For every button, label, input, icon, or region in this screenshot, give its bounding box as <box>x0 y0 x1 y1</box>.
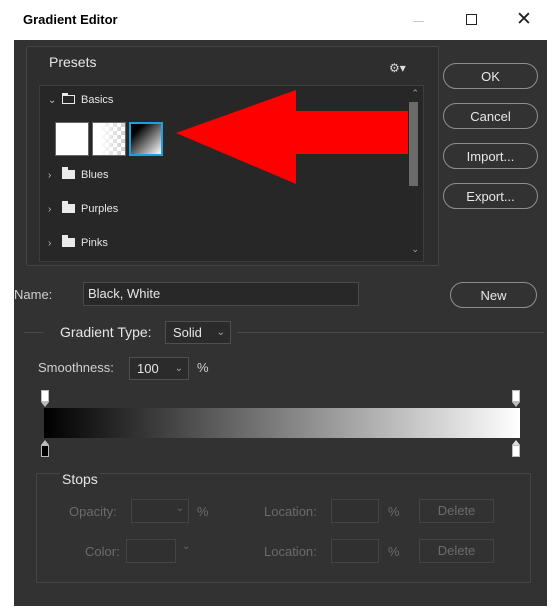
gradient-type-select[interactable]: Solid ⌄ <box>165 321 231 344</box>
smoothness-unit: % <box>197 360 209 375</box>
gradient-type-label: Gradient Type: <box>60 324 152 340</box>
folder-icon <box>62 93 75 104</box>
smoothness-value: 100 <box>137 361 159 376</box>
title-bar: Gradient Editor ✕ <box>0 0 553 40</box>
stop-pointer <box>512 402 520 407</box>
stop-pointer <box>41 402 49 407</box>
color-location-field[interactable] <box>331 539 379 563</box>
opacity-field[interactable]: ⌄ <box>131 499 189 523</box>
folder-pinks[interactable]: › Pinks <box>48 235 108 255</box>
name-input[interactable]: Black, White <box>83 282 359 306</box>
folder-purples[interactable]: › Purples <box>48 201 119 221</box>
color-stop-left[interactable] <box>41 445 49 457</box>
folder-blues[interactable]: › Blues <box>48 167 109 187</box>
scrollbar-thumb[interactable] <box>409 102 418 186</box>
chevron-right-icon: › <box>48 204 52 215</box>
chevron-down-icon: ⌄ <box>216 327 225 338</box>
swatch-foreground-to-transparent[interactable] <box>92 122 126 156</box>
chevron-right-icon: › <box>48 238 52 249</box>
folder-label: Blues <box>81 169 109 181</box>
maximize-button[interactable] <box>455 6 489 34</box>
folder-basics[interactable]: ⌄ Basics <box>48 93 114 112</box>
smoothness-select[interactable]: 100 ⌄ <box>129 357 189 380</box>
ok-button[interactable]: OK <box>443 63 538 89</box>
chevron-down-icon: ⌄ <box>175 503 184 514</box>
export-button[interactable]: Export... <box>443 183 538 209</box>
minimize-button[interactable] <box>402 6 436 34</box>
preset-list: ⌄ Basics › Blues › Purples › Pinks ⌃ ⌄ <box>39 85 424 262</box>
chevron-down-icon: ⌄ <box>174 363 183 374</box>
swatch-black-white[interactable] <box>129 122 163 156</box>
window-title: Gradient Editor <box>23 12 118 27</box>
color-location-label: Location: <box>264 544 317 559</box>
opacity-delete-button[interactable]: Delete <box>419 499 494 523</box>
color-delete-button[interactable]: Delete <box>419 539 494 563</box>
swatch-foreground-to-background[interactable] <box>55 122 89 156</box>
new-button[interactable]: New <box>450 282 537 308</box>
gradient-editor-window: Gradient Editor ✕ Presets ⚙▾ ⌄ Basics › Bl… <box>0 0 553 611</box>
opacity-percent: % <box>197 504 209 519</box>
opacity-location-percent: % <box>388 504 400 519</box>
opacity-label: Opacity: <box>69 504 117 519</box>
cancel-button[interactable]: Cancel <box>443 103 538 129</box>
gear-icon[interactable]: ⚙▾ <box>389 61 406 75</box>
color-swatch-field[interactable] <box>126 539 176 563</box>
opacity-location-label: Location: <box>264 504 317 519</box>
scroll-down-icon[interactable]: ⌄ <box>411 244 419 255</box>
opacity-stop-left[interactable] <box>41 390 49 402</box>
opacity-stop-right[interactable] <box>512 390 520 402</box>
folder-icon <box>62 235 75 247</box>
scroll-up-icon[interactable]: ⌃ <box>411 88 419 99</box>
chevron-down-icon: ⌄ <box>182 541 191 552</box>
chevron-right-icon: › <box>48 170 52 181</box>
opacity-location-field[interactable] <box>331 499 379 523</box>
import-button[interactable]: Import... <box>443 143 538 169</box>
dialog-body: Presets ⚙▾ ⌄ Basics › Blues › Purples › Pink… <box>14 40 547 606</box>
presets-panel: Presets ⚙▾ ⌄ Basics › Blues › Purples › Pink… <box>26 46 439 266</box>
color-label: Color: <box>85 544 120 559</box>
divider <box>237 332 544 333</box>
close-button[interactable]: ✕ <box>507 6 541 34</box>
folder-icon <box>62 167 75 179</box>
stops-group <box>36 473 531 583</box>
smoothness-label: Smoothness: <box>38 360 114 375</box>
color-location-percent: % <box>388 544 400 559</box>
chevron-down-icon: ⌄ <box>48 95 57 106</box>
gradient-preview-bar[interactable] <box>44 408 520 438</box>
presets-label: Presets <box>49 54 97 70</box>
divider <box>24 332 44 333</box>
folder-label: Purples <box>81 203 119 215</box>
name-label: Name: <box>14 287 53 302</box>
folder-label: Basics <box>81 94 114 106</box>
folder-icon <box>62 201 75 213</box>
stops-label: Stops <box>60 471 100 487</box>
folder-label: Pinks <box>81 237 108 249</box>
color-stop-right[interactable] <box>512 445 520 457</box>
gradient-type-value: Solid <box>173 325 202 340</box>
